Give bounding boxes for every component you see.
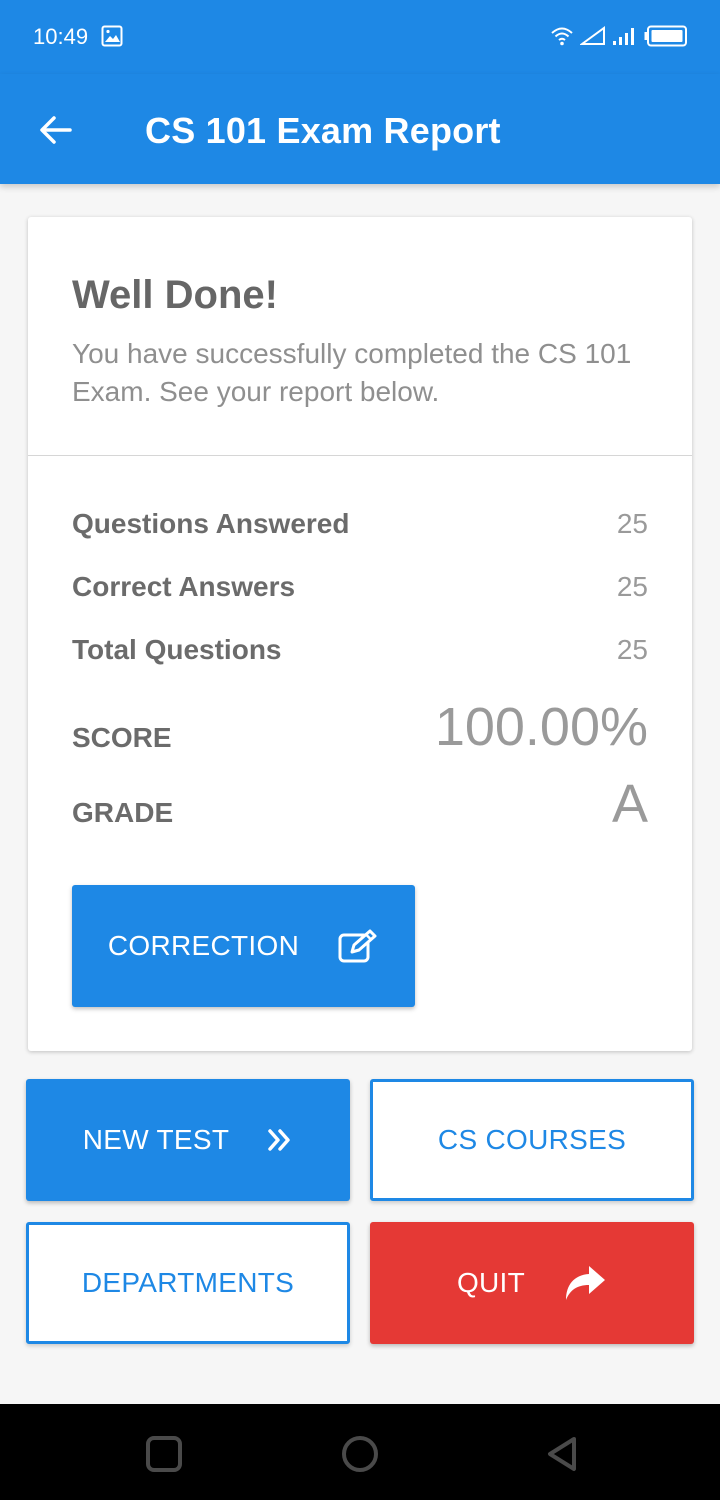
system-nav-bar xyxy=(0,1404,720,1500)
status-icons xyxy=(550,25,688,52)
score-label: SCORE xyxy=(72,722,172,753)
arrow-left-icon[interactable] xyxy=(34,108,78,152)
wifi-icon xyxy=(550,26,574,51)
battery-icon xyxy=(644,25,688,52)
result-label: Questions Answered xyxy=(72,508,350,539)
signal-bars-icon xyxy=(612,26,638,51)
summary-message: You have successfully completed the CS 1… xyxy=(72,338,632,407)
summary-heading: Well Done! xyxy=(72,273,278,317)
app-bar: CS 101 Exam Report xyxy=(0,74,720,184)
edit-icon xyxy=(337,928,379,964)
recents-square-icon[interactable] xyxy=(144,1434,184,1474)
report-card: Well Done! You have successfully complet… xyxy=(28,217,692,1051)
score-value: 100.00% xyxy=(434,697,648,757)
page-title: CS 101 Exam Report xyxy=(145,110,501,151)
signal-outline-icon xyxy=(578,26,606,51)
correction-button-label: CORRECTION xyxy=(107,930,300,961)
cs-courses-button-label: CS COURSES xyxy=(437,1124,627,1155)
status-bar: 10:49 xyxy=(0,0,720,74)
correction-button[interactable]: CORRECTION xyxy=(72,885,415,1007)
result-label: Correct Answers xyxy=(72,571,296,602)
home-circle-icon[interactable] xyxy=(340,1434,380,1474)
divider xyxy=(28,455,692,456)
new-test-button[interactable]: NEW TEST xyxy=(26,1079,350,1201)
share-arrow-icon xyxy=(563,1264,607,1302)
cs-courses-button[interactable]: CS COURSES xyxy=(370,1079,694,1201)
result-value: 25 xyxy=(616,634,648,665)
quit-button[interactable]: QUIT xyxy=(370,1222,694,1344)
result-value: 25 xyxy=(616,508,648,539)
gallery-icon xyxy=(101,25,123,47)
result-label: Total Questions xyxy=(72,634,282,665)
new-test-button-label: NEW TEST xyxy=(82,1124,230,1155)
back-triangle-icon[interactable] xyxy=(542,1434,582,1474)
grade-label: GRADE xyxy=(72,797,174,828)
quit-button-label: QUIT xyxy=(456,1267,526,1298)
departments-button-label: DEPARTMENTS xyxy=(81,1267,295,1298)
double-chevron-right-icon xyxy=(267,1128,293,1152)
departments-button[interactable]: DEPARTMENTS xyxy=(26,1222,350,1344)
grade-value: A xyxy=(611,774,648,834)
status-time: 10:49 xyxy=(33,24,89,49)
result-value: 25 xyxy=(616,571,648,602)
